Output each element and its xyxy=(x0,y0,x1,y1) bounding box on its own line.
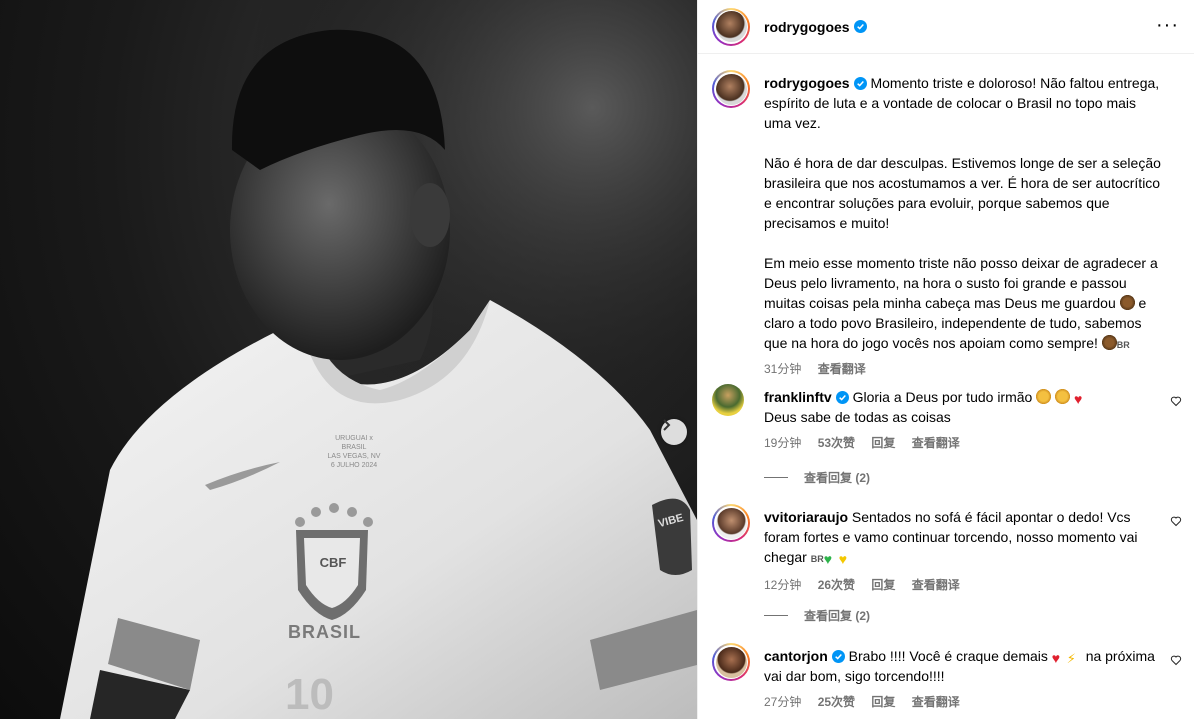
commenter-username[interactable]: vvitoriaraujo xyxy=(764,509,848,525)
comment-time[interactable]: 27分钟 xyxy=(764,695,801,709)
more-options-icon[interactable]: ··· xyxy=(1156,15,1179,35)
caption-paragraph-3a: Em meio esse momento triste não posso de… xyxy=(764,255,1158,311)
caption-username[interactable]: rodrygogoes xyxy=(764,75,850,91)
commenter-username[interactable]: franklinftv xyxy=(764,389,832,405)
green-heart-emoji-icon: ♥ xyxy=(823,551,833,567)
praying-hands-emoji-icon xyxy=(1119,295,1135,310)
comment-translate-link[interactable]: 查看翻译 xyxy=(912,436,960,450)
raising-hands-emoji-icon xyxy=(1055,389,1071,404)
comment-meta: 19分钟 53次赞 回复 查看翻译 xyxy=(764,433,1164,453)
caption-avatar[interactable] xyxy=(712,70,750,108)
verified-badge-icon xyxy=(831,650,845,663)
instagram-post: CBF BRASIL URUGUAI x BRASIL LAS VEGAS, N… xyxy=(0,0,1194,719)
brazil-flag-emoji: BR xyxy=(1116,340,1130,350)
view-replies-button[interactable]: 查看回复 (2) xyxy=(764,607,870,624)
red-heart-emoji-icon: ♥ xyxy=(1074,391,1083,407)
post-header: rodrygogoes ··· xyxy=(698,0,1194,54)
comment-text-line2: Deus sabe de todas as coisas xyxy=(764,409,951,425)
avatar-image xyxy=(715,11,747,42)
red-heart-emoji-icon: ♥ xyxy=(1051,650,1061,666)
caption-translate-link[interactable]: 查看翻译 xyxy=(818,362,866,376)
comment-reply-link[interactable]: 回复 xyxy=(871,578,895,592)
like-heart-icon[interactable] xyxy=(1170,515,1182,527)
view-replies-button[interactable]: 查看回复 (2) xyxy=(764,469,870,486)
verified-badge-icon xyxy=(835,391,849,404)
comments-list: rodrygogoes Momento triste e doloroso! N… xyxy=(698,54,1194,719)
comment-text: Brabo !!!! Você é craque demais xyxy=(848,648,1048,664)
comment-likes[interactable]: 25次赞 xyxy=(818,695,855,709)
verified-badge-icon xyxy=(853,77,867,90)
comment-likes[interactable]: 53次赞 xyxy=(818,436,855,450)
comment-time[interactable]: 12分钟 xyxy=(764,578,801,592)
comment-translate-link[interactable]: 查看翻译 xyxy=(912,578,960,592)
player-photo xyxy=(0,0,697,719)
raising-hands-emoji-icon xyxy=(1101,335,1117,350)
chevron-right-icon xyxy=(663,419,671,431)
match-print-line1: URUGUAI x BRASIL xyxy=(335,435,373,451)
commenter-username[interactable]: cantorjon xyxy=(764,648,828,664)
comment-likes[interactable]: 26次赞 xyxy=(818,578,855,592)
avatar-image xyxy=(715,507,747,539)
comment-reply-link[interactable]: 回复 xyxy=(871,436,895,450)
caption-paragraph-2: Não é hora de dar desculpas. Estivemos l… xyxy=(764,155,1161,231)
yellow-heart-emoji-icon: ♥ xyxy=(838,551,848,567)
caption-time[interactable]: 31分钟 xyxy=(764,362,801,376)
jersey-country-text: BRASIL xyxy=(288,622,361,642)
comment-reply-link[interactable]: 回复 xyxy=(871,695,895,709)
avatar-image xyxy=(715,646,747,678)
commenter-avatar[interactable] xyxy=(712,504,750,542)
comment-time[interactable]: 19分钟 xyxy=(764,436,801,450)
comment-text: Gloria a Deus por tudo irmão xyxy=(852,389,1033,405)
comment-meta: 27分钟 25次赞 回复 查看翻译 xyxy=(764,692,1164,712)
verified-badge-icon xyxy=(853,20,867,33)
post-side-panel: rodrygogoes ··· rodrygogoes Momento tris… xyxy=(697,0,1194,719)
avatar-image xyxy=(715,73,747,105)
post-photo[interactable]: CBF BRASIL URUGUAI x BRASIL LAS VEGAS, N… xyxy=(0,0,697,719)
clapping-emoji-icon xyxy=(1036,389,1052,404)
commenter-avatar[interactable] xyxy=(712,643,750,681)
brazil-flag-emoji: BR xyxy=(810,554,824,564)
like-heart-icon[interactable] xyxy=(1170,395,1182,407)
match-print: URUGUAI x BRASIL LAS VEGAS, NV 6 JULHO 2… xyxy=(326,434,382,470)
comment-meta: 12分钟 26次赞 回复 查看翻译 xyxy=(764,575,1164,595)
comment-translate-link[interactable]: 查看翻译 xyxy=(912,695,960,709)
match-print-line2: LAS VEGAS, NV xyxy=(327,453,381,460)
commenter-avatar[interactable] xyxy=(712,384,744,416)
like-heart-icon[interactable] xyxy=(1170,654,1182,666)
lightning-emoji-icon: ⚡ xyxy=(1066,651,1076,666)
crest-label: CBF xyxy=(319,555,347,570)
match-print-line3: 6 JULHO 2024 xyxy=(330,462,378,469)
author-avatar[interactable] xyxy=(712,7,750,46)
caption-text: rodrygogoes Momento triste e doloroso! N… xyxy=(764,73,1164,355)
next-photo-button[interactable] xyxy=(661,419,687,445)
jersey-number: 10 xyxy=(285,670,334,719)
caption-meta: 31分钟 查看翻译 xyxy=(764,359,1164,379)
author-username[interactable]: rodrygogoes xyxy=(764,19,850,35)
